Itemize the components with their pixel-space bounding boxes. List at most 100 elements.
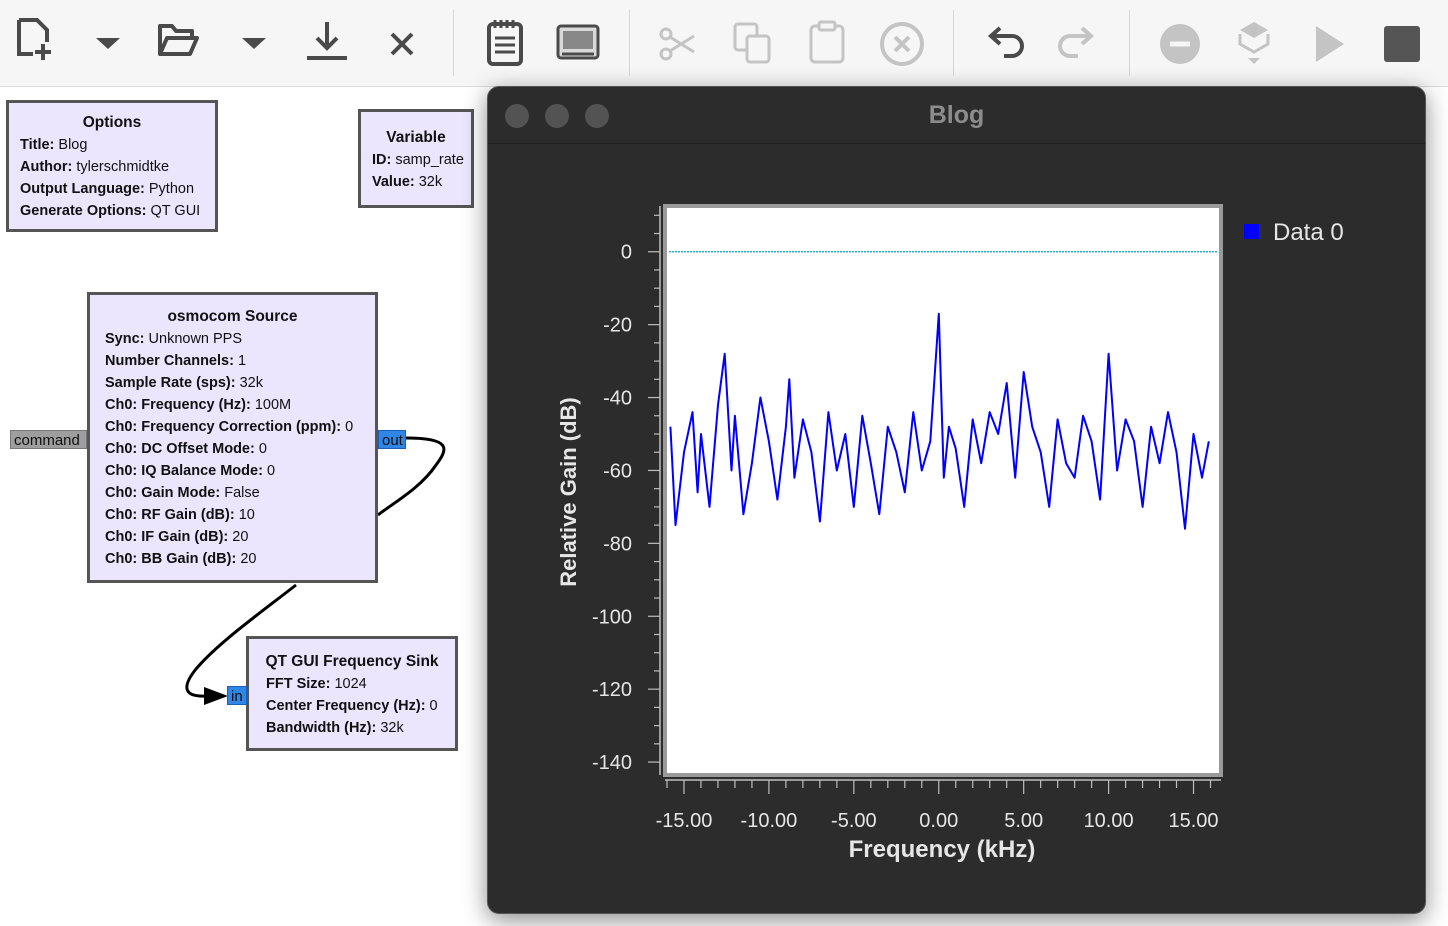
osmocom-param-value: 1 (233, 353, 247, 369)
osmocom-param-key: Ch0: Gain Mode: (105, 485, 221, 501)
port-command[interactable]: command (10, 430, 87, 449)
osmocom-param-key: Sample Rate (sps): (105, 375, 236, 391)
copy-button[interactable] (723, 14, 783, 74)
copy-icon (733, 22, 771, 64)
new-file-icon (17, 18, 51, 60)
bypass-button[interactable] (1224, 14, 1284, 74)
options-block-params: Title: Blog Author: tylerschmidtke Output … (20, 134, 215, 222)
options-param-row: Generate Options: QT GUI (20, 200, 215, 222)
new-dropdown-button[interactable] (78, 14, 138, 74)
chevron-down-icon (242, 38, 266, 49)
paste-button[interactable] (797, 14, 857, 74)
options-param-value: tylerschmidtke (72, 159, 170, 175)
plot-window[interactable]: Blog 0 -20 -40 -60 -80 -100 -120 -140 -15.00 -10.… (487, 86, 1426, 914)
toolbar-separator (1129, 10, 1130, 76)
options-param-key: Output Language: (20, 181, 145, 197)
y-tick-label: -120 (592, 679, 632, 701)
legend-label: Data 0 (1273, 219, 1344, 246)
osmocom-param-row: Number Channels: 1 (105, 350, 375, 372)
osmocom-param-key: Ch0: BB Gain (dB): (105, 551, 237, 567)
osmocom-source-block[interactable]: osmocom Source Sync: Unknown PPS Number C… (87, 292, 378, 583)
open-dropdown-button[interactable] (224, 14, 284, 74)
minus-circle-icon (1160, 24, 1200, 64)
osmocom-param-key: Ch0: Frequency Correction (ppm): (105, 419, 342, 435)
x-tick-label: -15.00 (656, 810, 713, 832)
options-param-row: Author: tylerschmidtke (20, 156, 215, 178)
bypass-icon (1238, 22, 1270, 64)
osmocom-param-row: Sync: Unknown PPS (105, 328, 375, 350)
undo-icon (987, 26, 1024, 58)
osmocom-param-value: 0 (254, 441, 267, 457)
osmocom-param-row: Ch0: RF Gain (dB): 10 (105, 504, 375, 526)
y-tick-label: -80 (603, 533, 632, 555)
delete-circle-icon (880, 22, 924, 66)
toolbar-separator (629, 10, 630, 76)
disable-button[interactable] (1150, 14, 1210, 74)
toolbar-separator (953, 10, 954, 76)
redo-icon (1058, 26, 1095, 58)
generate-button[interactable] (475, 14, 535, 74)
undo-button[interactable] (974, 14, 1034, 74)
open-button[interactable] (152, 14, 212, 74)
new-file-button[interactable] (7, 14, 67, 74)
screen-capture-button[interactable] (548, 14, 608, 74)
cut-button[interactable] (648, 14, 708, 74)
options-param-key: Generate Options: (20, 203, 147, 219)
freq-sink-param-row: Center Frequency (Hz): 0 (266, 695, 455, 717)
osmocom-param-key: Ch0: IQ Balance Mode: (105, 463, 263, 479)
scissors-icon (659, 27, 695, 61)
redo-button[interactable] (1048, 14, 1108, 74)
osmocom-param-row: Ch0: DC Offset Mode: 0 (105, 438, 375, 460)
options-block-title: Options (82, 114, 142, 131)
freq-sink-param-key: Center Frequency (Hz): (266, 698, 426, 714)
stop-button[interactable] (1372, 14, 1432, 74)
x-tick-label: -5.00 (831, 810, 877, 832)
osmocom-param-value: 0 (341, 419, 354, 435)
osmocom-param-key: Ch0: IF Gain (dB): (105, 529, 229, 545)
variable-param-key: Value: (372, 174, 415, 190)
x-axis-title: Frequency (kHz) (849, 836, 1036, 863)
folder-open-icon (158, 24, 199, 56)
freq-sink-title: QT GUI Frequency Sink (265, 653, 439, 670)
close-button[interactable] (372, 14, 432, 74)
save-button[interactable] (297, 14, 357, 74)
y-tick-label: -100 (592, 606, 632, 628)
options-param-value: QT GUI (146, 203, 201, 219)
variable-block[interactable]: Variable ID: samp_rate Value: 32k (358, 109, 474, 208)
wire-arrowhead (204, 687, 228, 705)
freq-sink-params: FFT Size: 1024 Center Frequency (Hz): 0 Ba… (266, 673, 455, 739)
osmocom-param-value: 20 (228, 529, 249, 545)
osmocom-param-row: Ch0: IF Gain (dB): 20 (105, 526, 375, 548)
port-out[interactable]: out (378, 430, 406, 449)
options-block[interactable]: Options Title: Blog Author: tylerschmidtk… (6, 100, 218, 232)
osmocom-param-row: Ch0: BB Gain (dB): 20 (105, 548, 375, 570)
close-icon (390, 32, 414, 56)
osmocom-param-row: Ch0: IQ Balance Mode: 0 (105, 460, 375, 482)
osmocom-source-params: Sync: Unknown PPS Number Channels: 1 Sampl… (105, 328, 375, 570)
osmocom-param-value: 100M (250, 397, 292, 413)
run-button[interactable] (1298, 14, 1358, 74)
delete-button[interactable] (872, 14, 932, 74)
toolbar-separator (453, 10, 454, 76)
plot-area (667, 208, 1219, 773)
osmocom-source-title: osmocom Source (167, 308, 298, 325)
variable-block-title: Variable (386, 129, 446, 146)
freq-sink-param-value: 32k (376, 720, 404, 736)
osmocom-param-value: False (220, 485, 260, 501)
x-tick-label: 10.00 (1084, 810, 1134, 832)
y-tick-label: -40 (603, 388, 632, 410)
port-in[interactable]: in (227, 686, 247, 705)
frequency-plot[interactable]: 0 -20 -40 -60 -80 -100 -120 -140 -15.00 -10.00 -5.… (488, 87, 1425, 913)
variable-param-key: ID: (372, 152, 392, 168)
y-tick-label: 0 (621, 242, 632, 264)
freq-sink-param-row: FFT Size: 1024 (266, 673, 455, 695)
stop-icon (1384, 26, 1420, 62)
options-param-row: Title: Blog (20, 134, 215, 156)
y-axis-title: Relative Gain (dB) (556, 397, 581, 586)
options-param-value: Python (144, 181, 195, 197)
freq-sink-block[interactable]: QT GUI Frequency Sink FFT Size: 1024 Cent… (246, 636, 458, 751)
play-icon (1316, 26, 1344, 62)
options-param-key: Author: (20, 159, 73, 175)
freq-sink-param-key: FFT Size: (266, 676, 331, 692)
variable-param-value: 32k (414, 174, 443, 190)
